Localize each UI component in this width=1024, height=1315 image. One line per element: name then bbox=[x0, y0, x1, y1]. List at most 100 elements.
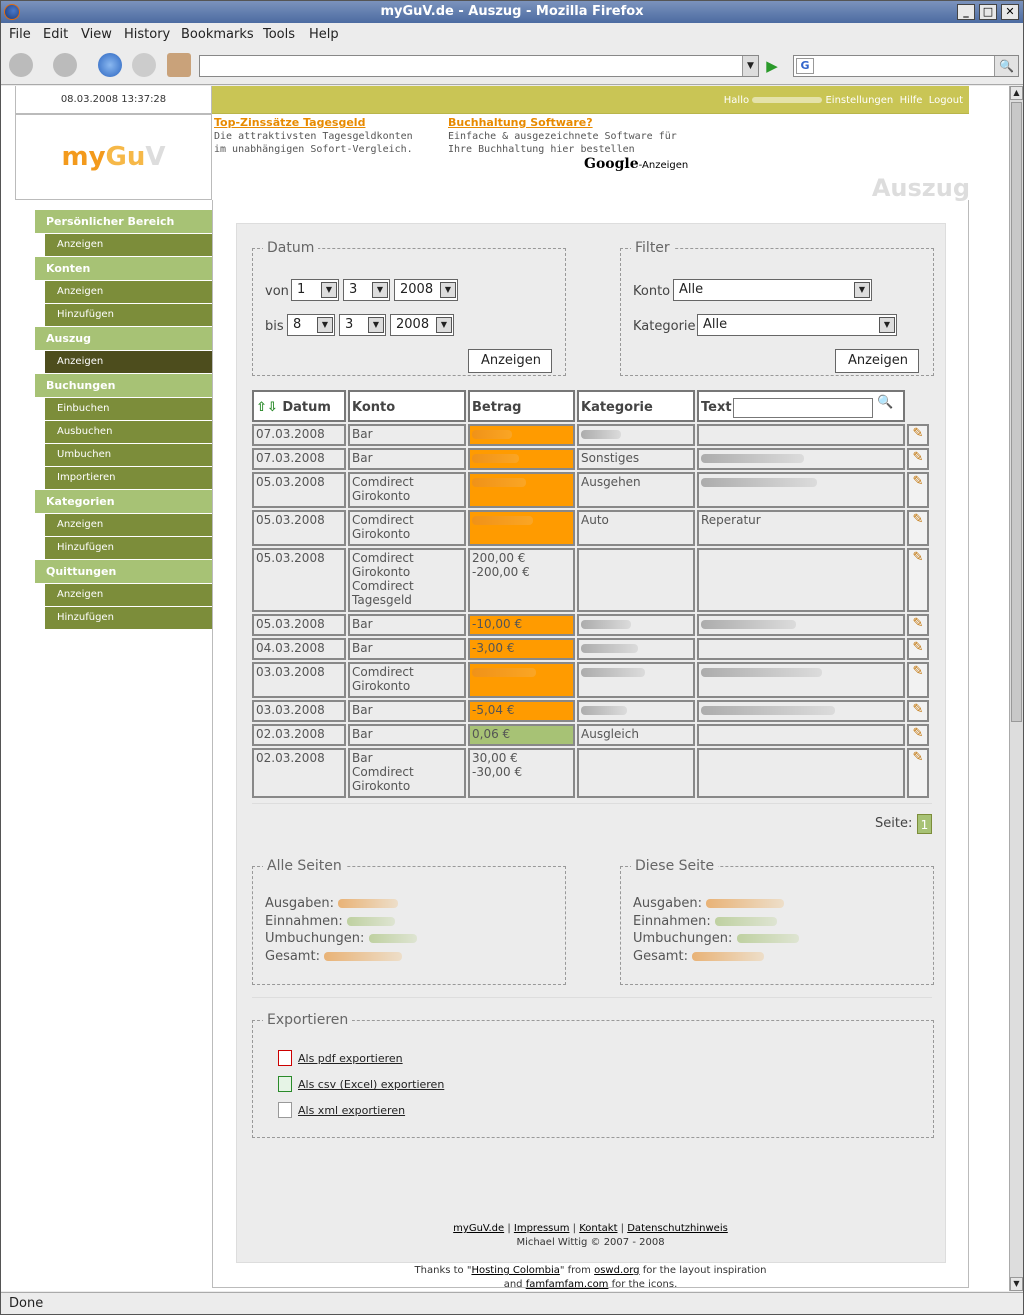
google-ads-label[interactable]: Google-Anzeigen bbox=[584, 156, 688, 172]
export-pdf-link[interactable]: Als pdf exportieren bbox=[278, 1050, 403, 1066]
reload-icon[interactable] bbox=[98, 53, 122, 77]
chevron-down-icon[interactable]: ▼ bbox=[742, 56, 758, 76]
go-icon[interactable]: ▶ bbox=[761, 55, 783, 77]
menu-history[interactable]: History bbox=[124, 27, 170, 42]
edit-pencil-icon[interactable]: ✎ bbox=[907, 614, 929, 636]
user-bar: Hallo Einstellungen Hilfe Logout bbox=[212, 86, 969, 114]
cell-datum: 05.03.2008 bbox=[252, 472, 346, 508]
bis-year-select[interactable]: 2008 ▼ bbox=[390, 314, 454, 336]
footer-link-hosting[interactable]: Hosting Colombia bbox=[471, 1265, 559, 1276]
link-logout[interactable]: Logout bbox=[929, 95, 963, 106]
sidebar-item-3-3[interactable]: Importieren bbox=[45, 467, 212, 490]
footer-link-datenschutz[interactable]: Datenschutzhinweis bbox=[627, 1223, 728, 1234]
edit-pencil-icon[interactable]: ✎ bbox=[907, 510, 929, 546]
edit-pencil-icon[interactable]: ✎ bbox=[907, 662, 929, 698]
scroll-up-icon[interactable]: ▲ bbox=[1010, 86, 1023, 100]
column-header-datum[interactable]: ⇧⇩ Datum bbox=[252, 390, 346, 422]
maximize-button[interactable]: □ bbox=[979, 4, 997, 20]
kategorie-select[interactable]: Alle ▼ bbox=[697, 314, 897, 336]
scroll-down-icon[interactable]: ▼ bbox=[1010, 1277, 1023, 1291]
close-button[interactable]: ✕ bbox=[1001, 4, 1019, 20]
sidebar-section-1[interactable]: Konten bbox=[35, 257, 212, 281]
edit-pencil-icon[interactable]: ✎ bbox=[907, 700, 929, 722]
logo[interactable]: myGuV bbox=[15, 114, 212, 200]
export-xml-link[interactable]: Als xml exportieren bbox=[278, 1102, 405, 1118]
edit-pencil-icon[interactable]: ✎ bbox=[907, 448, 929, 470]
search-icon[interactable]: 🔍 bbox=[994, 56, 1018, 76]
bis-month-select[interactable]: 3 ▼ bbox=[339, 314, 386, 336]
search-input[interactable]: G 🔍 bbox=[793, 55, 1019, 77]
edit-pencil-icon[interactable]: ✎ bbox=[907, 472, 929, 508]
cell-konto: Bar bbox=[348, 638, 466, 660]
cell-kategorie bbox=[577, 700, 695, 722]
home-icon[interactable] bbox=[167, 53, 191, 77]
filter-show-button[interactable]: Anzeigen bbox=[835, 349, 919, 373]
sidebar-item-3-1[interactable]: Ausbuchen bbox=[45, 421, 212, 444]
cell-datum: 02.03.2008 bbox=[252, 724, 346, 746]
link-einstellungen[interactable]: Einstellungen bbox=[825, 95, 893, 106]
vertical-scrollbar[interactable]: ▲ ▼ bbox=[1009, 86, 1023, 1291]
sidebar-section-4[interactable]: Kategorien bbox=[35, 490, 212, 514]
edit-pencil-icon[interactable]: ✎ bbox=[907, 548, 929, 612]
bis-label: bis bbox=[265, 319, 284, 334]
pdf-icon bbox=[278, 1050, 292, 1066]
link-hilfe[interactable]: Hilfe bbox=[900, 95, 923, 106]
edit-pencil-icon[interactable]: ✎ bbox=[907, 638, 929, 660]
back-icon[interactable] bbox=[9, 53, 33, 77]
sidebar-item-4-1[interactable]: Hinzufügen bbox=[45, 537, 212, 560]
von-month-select[interactable]: 3 ▼ bbox=[343, 279, 390, 301]
sidebar-section-0[interactable]: Persönlicher Bereich bbox=[35, 210, 212, 234]
cell-datum: 04.03.2008 bbox=[252, 638, 346, 660]
sidebar-item-1-0[interactable]: Anzeigen bbox=[45, 281, 212, 304]
sidebar-item-2-0[interactable]: Anzeigen bbox=[45, 351, 212, 374]
cell-betrag: -3,00 € bbox=[468, 638, 575, 660]
konto-select[interactable]: Alle ▼ bbox=[673, 279, 872, 301]
footer: myGuV.de | Impressum | Kontakt | Datensc… bbox=[212, 1222, 969, 1291]
sidebar-item-5-1[interactable]: Hinzufügen bbox=[45, 607, 212, 630]
text-filter-input[interactable] bbox=[733, 398, 873, 418]
ad-1-link[interactable]: Top-Zinssätze Tagesgeld bbox=[214, 116, 365, 129]
edit-pencil-icon[interactable]: ✎ bbox=[907, 748, 929, 798]
menu-file[interactable]: File bbox=[9, 27, 31, 42]
redacted-value bbox=[701, 668, 822, 677]
sidebar-item-3-2[interactable]: Umbuchen bbox=[45, 444, 212, 467]
datum-show-button[interactable]: Anzeigen bbox=[468, 349, 552, 373]
sidebar-item-5-0[interactable]: Anzeigen bbox=[45, 584, 212, 607]
minimize-button[interactable]: _ bbox=[957, 4, 975, 20]
sidebar-section-2[interactable]: Auszug bbox=[35, 327, 212, 351]
sidebar-item-0-0[interactable]: Anzeigen bbox=[45, 234, 212, 257]
search-icon[interactable]: 🔍 bbox=[877, 395, 893, 410]
footer-link-oswd[interactable]: oswd.org bbox=[594, 1265, 639, 1276]
edit-pencil-icon[interactable]: ✎ bbox=[907, 724, 929, 746]
von-day-select[interactable]: 1 ▼ bbox=[291, 279, 339, 301]
menu-bookmarks[interactable]: Bookmarks bbox=[181, 27, 254, 42]
ad-2-link[interactable]: Buchhaltung Software? bbox=[448, 116, 593, 129]
forward-icon[interactable] bbox=[53, 53, 77, 77]
footer-link-home[interactable]: myGuV.de bbox=[453, 1223, 504, 1234]
sidebar-item-1-1[interactable]: Hinzufügen bbox=[45, 304, 212, 327]
edit-pencil-icon[interactable]: ✎ bbox=[907, 424, 929, 446]
sort-arrows-icon[interactable]: ⇧⇩ bbox=[256, 400, 282, 415]
google-icon[interactable]: G bbox=[796, 58, 814, 74]
sidebar-section-3[interactable]: Buchungen bbox=[35, 374, 212, 398]
menu-edit[interactable]: Edit bbox=[43, 27, 68, 42]
address-bar[interactable]: ▼ bbox=[199, 55, 759, 77]
page-1-button[interactable]: 1 bbox=[917, 814, 932, 834]
footer-link-kontakt[interactable]: Kontakt bbox=[579, 1223, 617, 1234]
sidebar-item-4-0[interactable]: Anzeigen bbox=[45, 514, 212, 537]
sidebar-item-3-0[interactable]: Einbuchen bbox=[45, 398, 212, 421]
footer-link-impressum[interactable]: Impressum bbox=[514, 1223, 570, 1234]
redacted-value bbox=[472, 516, 533, 525]
menu-help[interactable]: Help bbox=[309, 27, 339, 42]
stop-icon[interactable] bbox=[132, 53, 156, 77]
column-header-betrag: Betrag bbox=[468, 390, 575, 422]
menu-tools[interactable]: Tools bbox=[263, 27, 295, 42]
von-year-select[interactable]: 2008 ▼ bbox=[394, 279, 458, 301]
footer-link-famfamfam[interactable]: famfamfam.com bbox=[526, 1279, 609, 1290]
bis-day-select[interactable]: 8 ▼ bbox=[287, 314, 335, 336]
scrollbar-thumb[interactable] bbox=[1011, 102, 1022, 722]
export-legend: Exportieren bbox=[267, 1012, 349, 1028]
export-csv-link[interactable]: Als csv (Excel) exportieren bbox=[278, 1076, 444, 1092]
menu-view[interactable]: View bbox=[81, 27, 112, 42]
sidebar-section-5[interactable]: Quittungen bbox=[35, 560, 212, 584]
